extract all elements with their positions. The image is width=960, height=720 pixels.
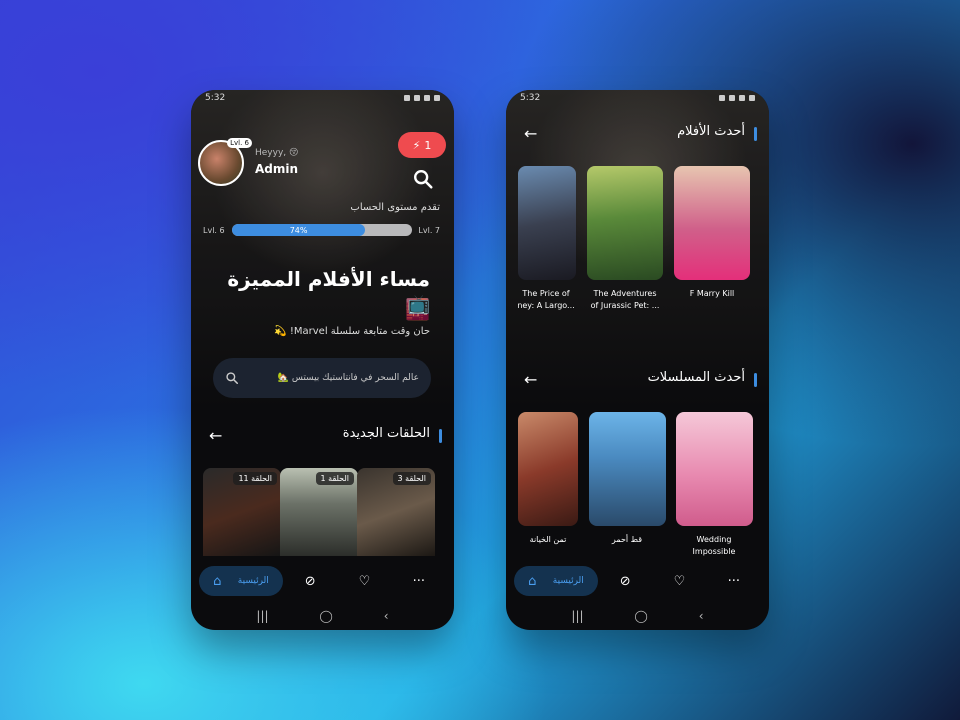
search-placeholder: عالم السحر في فانتاستيك بيستس 🏡 [277,373,419,383]
hero-title: مساء الأفلام المميزة 🌇 [227,267,430,321]
section-accent-bar [754,373,757,387]
section-accent-bar [439,429,442,443]
system-nav-bar: ||| ◯ ‹ [506,602,769,630]
movie-poster[interactable] [587,166,663,280]
section-header-new-episodes: ← الحلقات الجديدة [191,426,454,450]
back-chevron-icon[interactable]: ‹ [699,609,704,623]
level-progress-bar: 74% [232,224,412,236]
level-progress-fill: 74% [232,224,366,236]
search-input[interactable]: عالم السحر في فانتاستيك بيستس 🏡 [213,358,431,398]
section-header-latest-series: ← أحدث المسلسلات [506,370,769,394]
series-poster[interactable] [589,412,666,526]
bottom-nav: ⌂ الرئيسية ⊘ ♡ ··· [191,560,454,602]
movie-caption: F Marry Kill [689,289,735,298]
points-value: 1 [424,138,432,152]
home-icon: ⌂ [528,573,537,589]
alarm-icon [719,95,725,101]
arrow-left-icon[interactable]: ← [524,124,537,143]
status-bar: 5:32 [191,90,454,106]
home-circle-icon[interactable]: ◯ [634,609,647,623]
recents-icon[interactable]: ||| [256,609,268,623]
bottom-nav: ⌂ الرئيسية ⊘ ♡ ··· [506,560,769,602]
status-icons [404,95,440,101]
recents-icon[interactable]: ||| [571,609,583,623]
home-circle-icon[interactable]: ◯ [319,609,332,623]
wifi-icon [729,95,735,101]
heart-icon[interactable]: ♡ [337,574,391,589]
hero-subtitle: حان وقت متابعة سلسلة Marvel! 💫 [274,326,430,337]
heart-icon[interactable]: ♡ [652,574,706,589]
points-button[interactable]: ⚡ 1 [398,132,446,158]
search-icon[interactable] [412,168,434,190]
tv-icon: 📺 [407,294,430,315]
signal-icon [424,95,430,101]
more-icon[interactable]: ··· [392,574,446,589]
next-level-label: Lvl. 7 [418,226,440,235]
alarm-icon [404,95,410,101]
username: Admin [255,162,299,176]
section-title: أحدث المسلسلات [647,370,745,385]
status-time: 5:32 [205,93,226,103]
system-nav-bar: ||| ◯ ‹ [191,602,454,630]
phone-home-screen: 5:32 Lvl. 6 Heyyy, 😚 Admin ⚡ 1 تقدم مستو… [191,90,454,630]
episode-card[interactable]: الحلقة 11 [203,468,281,556]
nav-home-label: الرئيسية [237,576,269,586]
bolt-icon: ⚡ [412,138,421,152]
section-header-latest-movies: ← أحدث الأفلام [506,124,769,148]
episode-card[interactable]: الحلقة 3 [357,468,435,556]
movie-caption: The Adventures of Jurassic Pet: ... [590,289,660,310]
nav-home-tab[interactable]: ⌂ الرئيسية [199,566,283,596]
series-poster[interactable] [518,412,578,526]
series-caption: Wedding Impossible [692,535,736,556]
section-accent-bar [754,127,757,141]
level-badge: Lvl. 6 [227,138,252,148]
signal-icon [739,95,745,101]
search-icon [226,372,239,385]
back-chevron-icon[interactable]: ‹ [384,609,389,623]
movie-caption: The Price of ney: A Largo... [517,289,575,310]
status-time: 5:32 [520,93,541,103]
greeting-text: Heyyy, 😚 [255,148,299,158]
episodes-row: الحلقة 11 الحلقة 1 الحلقة 3 [203,468,442,556]
current-level-label: Lvl. 6 [203,226,225,235]
profile-avatar-wrap[interactable]: Lvl. 6 [198,138,252,186]
phone-browse-screen: 5:32 ← أحدث الأفلام The Price of ney: A … [506,90,769,630]
wifi-icon [414,95,420,101]
episode-tag: الحلقة 11 [233,472,277,485]
nav-home-tab[interactable]: ⌂ الرئيسية [514,566,598,596]
series-caption: قط أحمر [611,535,643,544]
compass-icon[interactable]: ⊘ [283,574,337,589]
episode-tag: الحلقة 1 [315,472,354,485]
arrow-left-icon[interactable]: ← [209,426,222,445]
compass-icon[interactable]: ⊘ [598,574,652,589]
home-icon: ⌂ [213,573,222,589]
arrow-left-icon[interactable]: ← [524,370,537,389]
section-title: الحلقات الجديدة [342,426,430,441]
episode-tag: الحلقة 3 [392,472,431,485]
status-bar: 5:32 [506,90,769,106]
section-title: أحدث الأفلام [677,124,745,139]
more-icon[interactable]: ··· [707,574,761,589]
progress-percent-label: 74% [289,225,308,235]
movie-poster[interactable] [674,166,750,280]
battery-icon [434,95,440,101]
progress-title: تقدم مستوى الحساب [350,202,440,213]
nav-home-label: الرئيسية [552,576,584,586]
series-poster[interactable] [676,412,753,526]
episode-card[interactable]: الحلقة 1 [280,468,358,556]
series-caption: تمن الخيانة [529,535,567,544]
battery-icon [749,95,755,101]
movie-poster[interactable] [518,166,576,280]
status-icons [719,95,755,101]
